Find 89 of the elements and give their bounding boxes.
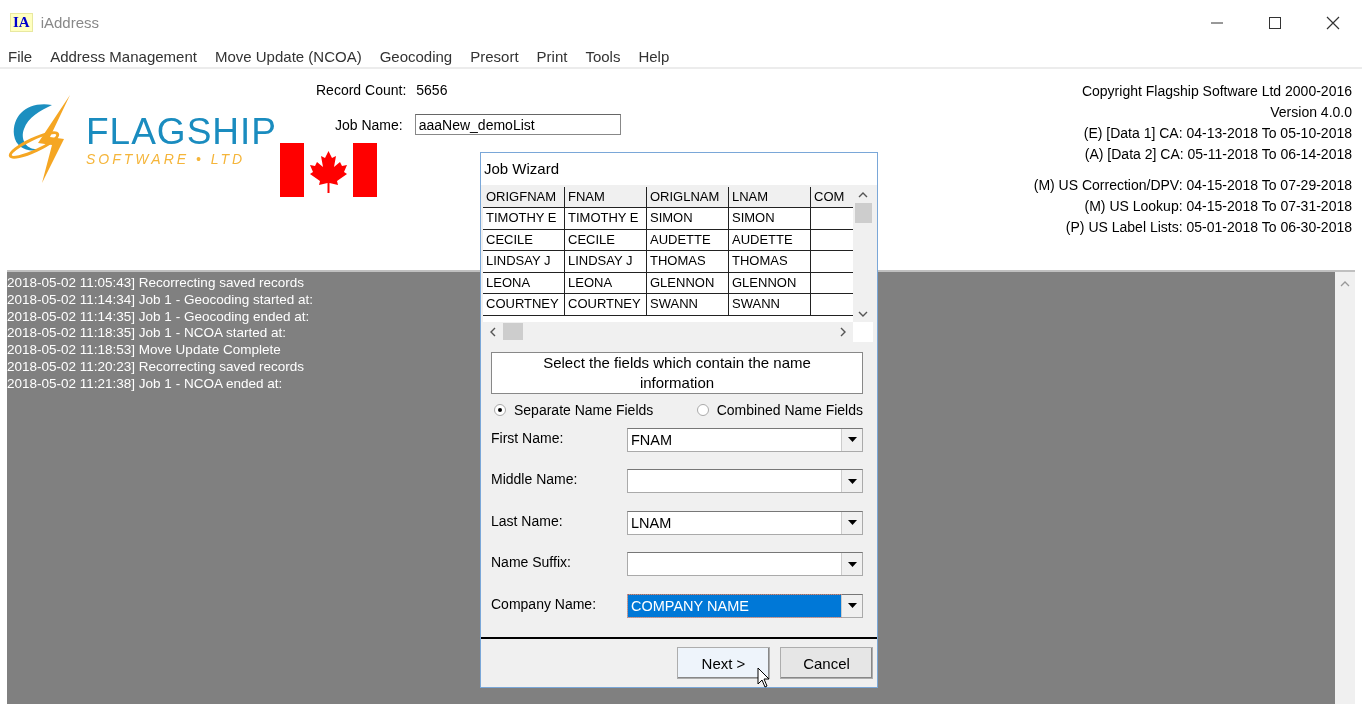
dropdown-field[interactable]: LNAM [627, 510, 863, 535]
record-count-label: Record Count: [316, 82, 407, 98]
dialog-button[interactable]: Cancel [780, 647, 873, 680]
column-header[interactable]: COM [811, 186, 853, 208]
scroll-thumb[interactable] [503, 323, 523, 341]
info-text: (M) US Lookup: 04-15-2018 To 07-31-2018 [1084, 197, 1352, 216]
menu-item[interactable]: Address Management [50, 47, 197, 65]
info-text: Version 4.0.0 [1270, 103, 1352, 122]
scroll-up-icon[interactable] [858, 190, 868, 199]
dropdown-field[interactable] [627, 469, 863, 494]
log-line: 2018-05-02 11:14:35] Job 1 - Geocoding ended at: [7, 308, 310, 326]
menu-item[interactable]: File [8, 47, 33, 65]
menu-item[interactable]: Print [536, 47, 568, 65]
column-header[interactable]: ORIGFNAM [483, 186, 565, 208]
table-cell: CECILE [483, 229, 565, 251]
column-header[interactable]: FNAM [565, 186, 647, 208]
info-text: (E) [Data 1] CA: 04-13-2018 To 05-10-2018 [1083, 124, 1352, 143]
cursor-icon [757, 667, 771, 690]
table-cell: GLENNON [647, 272, 729, 294]
info-text: (M) US Correction/DPV: 04-15-2018 To 07-29-2018 [1033, 176, 1352, 195]
dropdown-arrow-icon[interactable] [847, 437, 857, 443]
table-cell: COURTNEY [565, 294, 647, 315]
log-line: 2018-05-02 11:14:34] Job 1 - Geocoding started at: [7, 291, 313, 309]
table-cell: SIMON [647, 208, 729, 229]
menu-item[interactable]: Presort [470, 47, 519, 65]
dropdown-arrow-icon[interactable] [847, 478, 857, 484]
table-cell: TIMOTHY E [483, 208, 565, 229]
info-text: (P) US Label Lists: 05-01-2018 To 06-30-2018 [1065, 218, 1352, 237]
log-line: 2018-05-02 11:20:23] Recorrecting saved records [7, 359, 304, 376]
radio-icon[interactable] [494, 403, 506, 416]
table-cell: LINDSAY J [565, 251, 647, 272]
table-cell: THOMAS [729, 251, 811, 272]
record-count: 5656 [416, 82, 448, 98]
menu-item[interactable]: Help [638, 47, 670, 65]
flag-icon [280, 143, 377, 197]
window-title: iAddress [40, 14, 100, 31]
dropdown-field[interactable] [627, 552, 863, 577]
column-header[interactable]: LNAM [729, 186, 811, 208]
scroll-left-icon[interactable] [489, 326, 497, 337]
table-cell: TIMOTHY E [565, 208, 647, 229]
log-line: 2018-05-02 11:18:53] Move Update Complete [7, 342, 281, 359]
table-cell: THOMAS [647, 251, 729, 272]
menu-item[interactable]: Move Update (NCOA) [214, 47, 362, 65]
table-cell: AUDETTE [647, 229, 729, 251]
dropdown-field[interactable]: COMPANY NAME [627, 593, 863, 618]
table-cell: LEONA [565, 272, 647, 294]
logo-wordmark: FLAGSHIP [86, 113, 277, 151]
table-cell: GLENNON [729, 272, 811, 294]
table-cell: SWANN [729, 294, 811, 315]
close-icon[interactable] [1326, 15, 1340, 30]
log-line: 2018-05-02 11:05:43] Recorrecting saved records [7, 275, 304, 292]
table-cell: SWANN [647, 294, 729, 315]
table-cell: CECILE [565, 229, 647, 251]
instruction-text: Select the fields which contain the name information [491, 351, 863, 394]
job-name-label: Job Name: [335, 116, 403, 133]
field-label: Name Suffix: [491, 554, 572, 571]
job-name-field[interactable]: aaaNew_demoList [414, 114, 621, 135]
dialog-title: Job Wizard [481, 153, 877, 185]
scroll-thumb[interactable] [854, 202, 872, 223]
scroll-down-icon[interactable] [858, 309, 868, 318]
field-label: Middle Name: [491, 471, 579, 488]
menu-item[interactable]: Tools [585, 47, 621, 65]
dropdown-arrow-icon[interactable] [847, 520, 857, 526]
field-label: Last Name: [491, 512, 564, 529]
dropdown-arrow-icon[interactable] [847, 603, 857, 609]
scrollbar[interactable] [1335, 272, 1355, 704]
radio-option[interactable]: Combined Name Fields [696, 401, 863, 418]
scroll-right-icon[interactable] [839, 326, 847, 337]
radio-option[interactable]: Separate Name Fields [494, 401, 654, 418]
dropdown-field[interactable]: FNAM [627, 427, 863, 452]
menu-item[interactable]: Geocoding [379, 47, 453, 65]
table-cell: LEONA [483, 272, 565, 294]
dialog-button[interactable]: Next > [677, 647, 770, 680]
column-header[interactable]: ORIGLNAM [647, 186, 729, 208]
radio-icon[interactable] [696, 403, 709, 416]
info-text: Copyright Flagship Software Ltd 2000-2016 [1081, 82, 1352, 101]
maximize-icon[interactable] [1268, 15, 1282, 30]
app-icon: IA [10, 13, 33, 32]
logo-tagline: SOFTWARE • LTD [86, 151, 247, 167]
log-line: 2018-05-02 11:21:38] Job 1 - NCOA ended at: [7, 375, 283, 393]
log-line: 2018-05-02 11:18:35] Job 1 - NCOA started at: [7, 325, 286, 343]
field-label: First Name: [491, 429, 565, 446]
table-cell: AUDETTE [729, 229, 811, 251]
table-cell: LINDSAY J [483, 251, 565, 272]
info-text: (A) [Data 2] CA: 05-11-2018 To 06-14-2018 [1084, 145, 1352, 164]
field-label: Company Name: [491, 595, 598, 612]
table-cell: COURTNEY [483, 294, 565, 315]
table-cell: SIMON [729, 208, 811, 229]
dropdown-arrow-icon[interactable] [847, 561, 857, 567]
